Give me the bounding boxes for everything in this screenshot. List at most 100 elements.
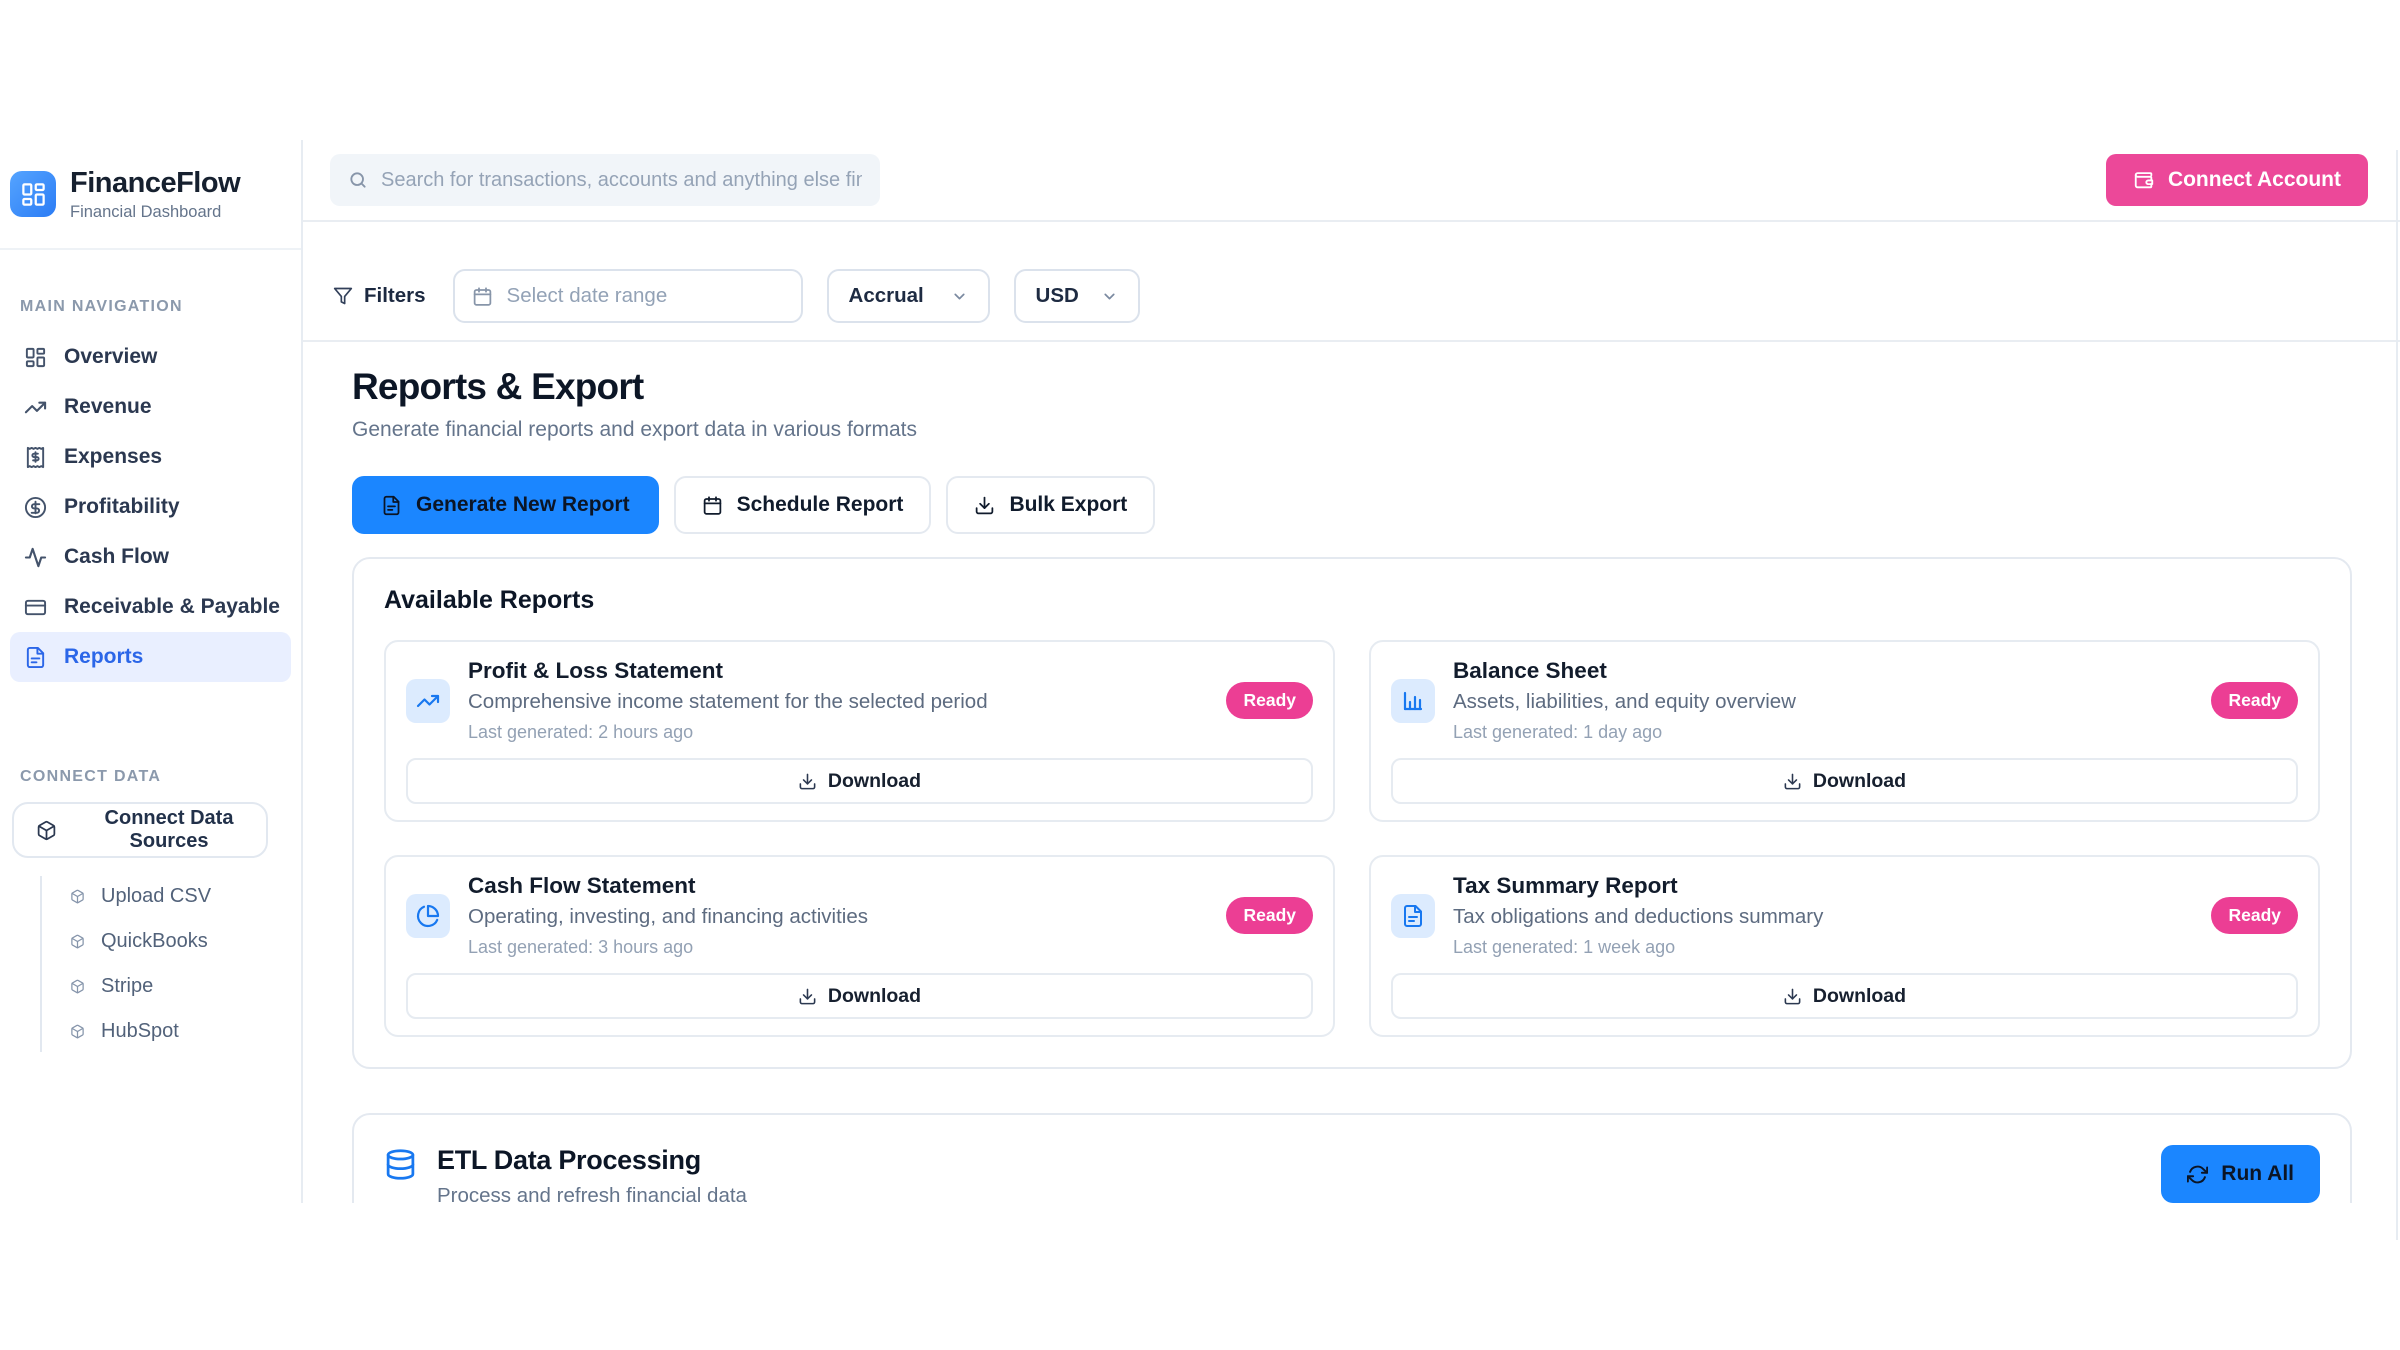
sidebar-item-revenue[interactable]: Revenue xyxy=(10,382,291,432)
dollar-circle-icon xyxy=(24,496,47,519)
available-reports-panel: Available Reports Profit & Loss Statemen… xyxy=(352,557,2352,1069)
main-navigation-label: MAIN NAVIGATION xyxy=(20,298,301,316)
download-label: Download xyxy=(828,770,921,793)
calendar-icon xyxy=(702,495,723,516)
sidebar-item-receivable-payable[interactable]: Receivable & Payable xyxy=(10,582,291,632)
package-icon xyxy=(70,889,85,904)
data-sources-list: Upload CSV QuickBooks Stripe HubSpot xyxy=(0,874,301,1054)
report-description: Comprehensive income statement for the s… xyxy=(468,690,1208,714)
chevron-down-icon xyxy=(951,288,968,305)
download-label: Download xyxy=(1813,770,1906,793)
download-button[interactable]: Download xyxy=(406,758,1313,804)
sidebar-item-overview[interactable]: Overview xyxy=(10,332,291,382)
wallet-icon xyxy=(2133,169,2155,191)
available-reports-title: Available Reports xyxy=(384,586,2320,615)
source-item-quickbooks[interactable]: QuickBooks xyxy=(0,919,301,964)
source-item-hubspot[interactable]: HubSpot xyxy=(0,1009,301,1054)
report-title: Tax Summary Report xyxy=(1453,873,2193,899)
download-label: Download xyxy=(828,985,921,1008)
dashboard-grid-icon xyxy=(24,346,47,369)
trending-up-icon xyxy=(406,679,450,723)
source-item-label: Stripe xyxy=(101,975,153,998)
filter-funnel-icon xyxy=(333,286,353,306)
refresh-icon xyxy=(2187,1164,2208,1185)
report-description: Operating, investing, and financing acti… xyxy=(468,905,1208,929)
sidebar-item-label: Profitability xyxy=(64,495,180,519)
date-range-input[interactable] xyxy=(507,284,784,308)
bulk-export-label: Bulk Export xyxy=(1009,493,1127,517)
trending-up-icon xyxy=(24,396,47,419)
download-icon xyxy=(798,987,817,1006)
run-all-label: Run All xyxy=(2221,1162,2294,1186)
sidebar-item-label: Reports xyxy=(64,645,143,669)
sidebar-item-label: Cash Flow xyxy=(64,545,169,569)
download-button[interactable]: Download xyxy=(1391,973,2298,1019)
app-window: FinanceFlow Financial Dashboard MAIN NAV… xyxy=(0,140,2400,1203)
source-item-upload-csv[interactable]: Upload CSV xyxy=(0,874,301,919)
etl-processing-panel: ETL Data Processing Process and refresh … xyxy=(352,1113,2352,1203)
package-icon xyxy=(36,820,57,841)
source-item-label: Upload CSV xyxy=(101,885,211,908)
credit-card-icon xyxy=(24,596,47,619)
pie-chart-icon xyxy=(406,894,450,938)
sidebar-item-label: Expenses xyxy=(64,445,162,469)
connect-data-sources-label: Connect Data Sources xyxy=(72,807,266,853)
connect-account-button[interactable]: Connect Account xyxy=(2106,154,2368,206)
report-last-generated: Last generated: 1 week ago xyxy=(1453,937,2193,958)
run-all-button[interactable]: Run All xyxy=(2161,1145,2320,1203)
connect-account-label: Connect Account xyxy=(2168,168,2341,192)
accounting-basis-select[interactable]: Accrual xyxy=(827,269,990,323)
connect-data-sources-button[interactable]: Connect Data Sources xyxy=(12,802,268,858)
source-item-label: QuickBooks xyxy=(101,930,208,953)
download-button[interactable]: Download xyxy=(1391,758,2298,804)
report-last-generated: Last generated: 3 hours ago xyxy=(468,937,1208,958)
search-input[interactable] xyxy=(381,169,862,192)
filters-bar: Filters Accrual USD xyxy=(303,222,2400,342)
download-button[interactable]: Download xyxy=(406,973,1313,1019)
global-search[interactable] xyxy=(330,154,880,206)
download-icon xyxy=(798,772,817,791)
report-title: Profit & Loss Statement xyxy=(468,658,1208,684)
currency-value: USD xyxy=(1036,284,1079,308)
connect-data-label: CONNECT DATA xyxy=(20,768,301,786)
database-icon xyxy=(384,1148,417,1181)
report-cards-grid: Profit & Loss Statement Comprehensive in… xyxy=(384,640,2320,1037)
topbar: Connect Account xyxy=(303,140,2400,222)
sidebar: FinanceFlow Financial Dashboard MAIN NAV… xyxy=(0,140,303,1203)
bulk-export-button[interactable]: Bulk Export xyxy=(946,476,1155,534)
main-area: Connect Account Filters Accrual USD Repo… xyxy=(303,140,2400,1203)
accounting-basis-value: Accrual xyxy=(849,284,924,308)
receipt-icon xyxy=(24,446,47,469)
package-icon xyxy=(70,1024,85,1039)
date-range-picker[interactable] xyxy=(453,269,803,323)
download-icon xyxy=(974,495,995,516)
generate-new-report-button[interactable]: Generate New Report xyxy=(352,476,659,534)
etl-title: ETL Data Processing xyxy=(437,1145,747,1176)
generate-new-report-label: Generate New Report xyxy=(416,493,630,517)
sidebar-item-reports[interactable]: Reports xyxy=(10,632,291,682)
currency-select[interactable]: USD xyxy=(1014,269,1140,323)
page-title: Reports & Export xyxy=(352,366,2352,408)
brand-header: FinanceFlow Financial Dashboard xyxy=(0,140,301,250)
file-text-icon xyxy=(381,495,402,516)
file-text-icon xyxy=(24,646,47,669)
sidebar-item-label: Revenue xyxy=(64,395,152,419)
source-item-stripe[interactable]: Stripe xyxy=(0,964,301,1009)
sidebar-item-cash-flow[interactable]: Cash Flow xyxy=(10,532,291,582)
download-label: Download xyxy=(1813,985,1906,1008)
report-card-profit-loss: Profit & Loss Statement Comprehensive in… xyxy=(384,640,1335,822)
brand-name: FinanceFlow xyxy=(70,167,240,200)
sidebar-item-label: Receivable & Payable xyxy=(64,595,280,619)
download-icon xyxy=(1783,987,1802,1006)
window-right-edge xyxy=(2396,150,2398,1240)
activity-icon xyxy=(24,546,47,569)
package-icon xyxy=(70,979,85,994)
page-content: Reports & Export Generate financial repo… xyxy=(303,342,2400,1203)
report-last-generated: Last generated: 2 hours ago xyxy=(468,722,1208,743)
schedule-report-button[interactable]: Schedule Report xyxy=(674,476,932,534)
status-badge: Ready xyxy=(2211,682,2298,719)
sidebar-item-profitability[interactable]: Profitability xyxy=(10,482,291,532)
schedule-report-label: Schedule Report xyxy=(737,493,904,517)
report-actions: Generate New Report Schedule Report Bulk… xyxy=(352,476,2352,534)
sidebar-item-expenses[interactable]: Expenses xyxy=(10,432,291,482)
